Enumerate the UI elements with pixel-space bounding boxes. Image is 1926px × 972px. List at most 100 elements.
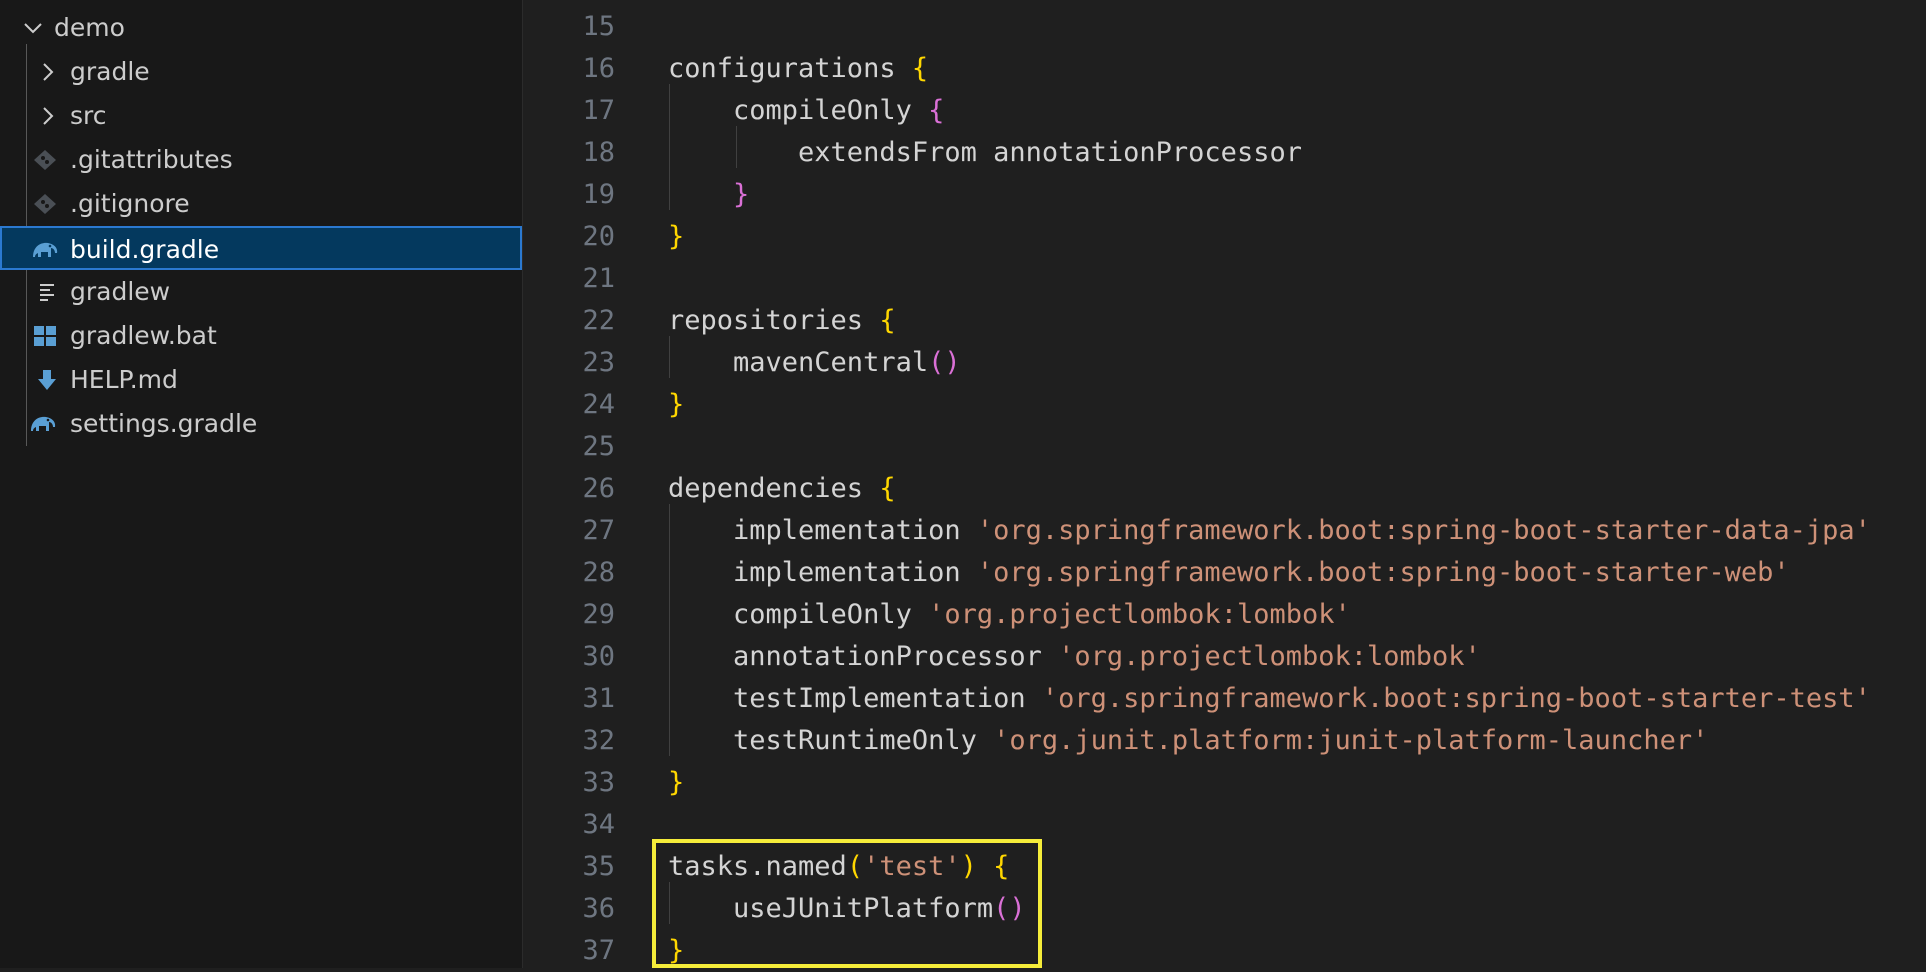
code-token: }	[668, 389, 685, 420]
code-token: {	[928, 95, 945, 126]
code-line[interactable]: 32 testRuntimeOnly 'org.junit.platform:j…	[523, 720, 1926, 762]
line-number: 21	[582, 263, 615, 294]
line-number: 16	[582, 53, 615, 84]
code-text: annotationProcessor 'org.projectlombok:l…	[668, 636, 1481, 678]
code-editor[interactable]: 15 16 configurations {17 compileOnly {18 e…	[523, 0, 1926, 968]
code-token: testImplementation	[668, 683, 1042, 714]
explorer-item-label: .gitattributes	[70, 145, 233, 174]
code-text: compileOnly 'org.projectlombok:lombok'	[668, 594, 1351, 636]
code-line[interactable]: 26 dependencies {	[523, 468, 1926, 510]
line-number: 27	[582, 515, 615, 546]
code-text: repositories {	[668, 300, 896, 342]
chevron-down-icon	[20, 17, 46, 39]
code-line[interactable]: 23 mavenCentral()	[523, 342, 1926, 384]
code-token: compileOnly	[668, 599, 929, 630]
code-text: }	[668, 216, 684, 258]
line-number: 34	[582, 809, 615, 840]
code-token: }	[668, 221, 685, 252]
git-icon	[32, 149, 58, 171]
line-number: 17	[582, 95, 615, 126]
code-line[interactable]: 33}	[523, 762, 1926, 804]
code-line[interactable]: 21	[523, 258, 1926, 300]
explorer-sidebar: demo gradle src .gitattributes .gitignor…	[0, 0, 523, 968]
code-token: 'org.springframework.boot:spring-boot-st…	[976, 557, 1790, 588]
code-token: implementation	[668, 557, 977, 588]
chevron-right-icon	[36, 105, 62, 127]
code-token: implementation	[668, 515, 977, 546]
code-line[interactable]: 30 annotationProcessor 'org.projectlombo…	[523, 636, 1926, 678]
explorer-file-settings-gradle[interactable]: settings.gradle	[0, 402, 522, 446]
code-line[interactable]: 17 compileOnly {	[523, 90, 1926, 132]
line-number: 26	[582, 473, 615, 504]
code-token: configurations	[668, 53, 912, 84]
code-text: }	[668, 384, 684, 426]
explorer-file-gitignore[interactable]: .gitignore	[0, 182, 522, 226]
explorer-file-help-md[interactable]: HELP.md	[0, 358, 522, 402]
code-text: dependencies {	[668, 468, 896, 510]
line-number: 29	[582, 599, 615, 630]
code-line[interactable]: 27 implementation 'org.springframework.b…	[523, 510, 1926, 552]
code-text: extendsFrom annotationProcessor	[668, 132, 1302, 174]
code-token: extendsFrom annotationProcessor	[668, 137, 1302, 168]
code-text: compileOnly {	[668, 90, 944, 132]
explorer-file-gradlew-bat[interactable]: gradlew.bat	[0, 314, 522, 358]
code-text: configurations {	[668, 48, 928, 90]
code-line[interactable]: 25	[523, 426, 1926, 468]
markdown-download-icon	[34, 369, 60, 391]
code-text: }	[668, 762, 684, 804]
gradle-elephant-icon	[30, 239, 58, 261]
line-number: 22	[582, 305, 615, 336]
code-line[interactable]: 18 extendsFrom annotationProcessor	[523, 132, 1926, 174]
line-number: 28	[582, 557, 615, 588]
code-line[interactable]: 16 configurations {	[523, 48, 1926, 90]
code-line[interactable]: 31 testImplementation 'org.springframewo…	[523, 678, 1926, 720]
code-token: ()	[928, 347, 961, 378]
code-text: }	[668, 174, 749, 216]
code-token: 'org.springframework.boot:spring-boot-st…	[1041, 683, 1871, 714]
line-number: 15	[582, 11, 615, 42]
code-token: }	[733, 179, 750, 210]
line-number: 32	[582, 725, 615, 756]
explorer-item-label: gradlew.bat	[70, 321, 217, 350]
code-text: implementation 'org.springframework.boot…	[668, 510, 1871, 552]
explorer-folder-src[interactable]: src	[0, 94, 522, 138]
line-number: 25	[582, 431, 615, 462]
explorer-item-label: src	[70, 101, 107, 130]
line-number: 24	[582, 389, 615, 420]
code-token: mavenCentral	[668, 347, 929, 378]
code-token: {	[879, 473, 896, 504]
explorer-file-gradlew[interactable]: gradlew	[0, 270, 522, 314]
code-text: implementation 'org.springframework.boot…	[668, 552, 1790, 594]
chevron-right-icon	[36, 61, 62, 83]
code-line[interactable]: 28 implementation 'org.springframework.b…	[523, 552, 1926, 594]
explorer-folder-demo[interactable]: demo	[0, 6, 522, 50]
code-line[interactable]: 19 }	[523, 174, 1926, 216]
explorer-file-gitattributes[interactable]: .gitattributes	[0, 138, 522, 182]
code-line[interactable]: 20}	[523, 216, 1926, 258]
code-token: annotationProcessor	[668, 641, 1059, 672]
code-token: testRuntimeOnly	[668, 725, 994, 756]
explorer-folder-gradle[interactable]: gradle	[0, 50, 522, 94]
text-file-icon	[36, 281, 62, 303]
line-number: 19	[582, 179, 615, 210]
code-line[interactable]: 22 repositories {	[523, 300, 1926, 342]
explorer-file-build-gradle[interactable]: build.gradle	[0, 226, 522, 270]
code-text: testImplementation 'org.springframework.…	[668, 678, 1871, 720]
code-line[interactable]: 24}	[523, 384, 1926, 426]
code-line[interactable]: 29 compileOnly 'org.projectlombok:lombok…	[523, 594, 1926, 636]
line-number: 35	[582, 851, 615, 882]
line-number: 33	[582, 767, 615, 798]
code-token: {	[879, 305, 896, 336]
code-token: 'org.projectlombok:lombok'	[1058, 641, 1481, 672]
code-text: testRuntimeOnly 'org.junit.platform:juni…	[668, 720, 1708, 762]
code-token: }	[668, 767, 685, 798]
code-token: 'org.projectlombok:lombok'	[928, 599, 1351, 630]
code-line[interactable]: 15	[523, 6, 1926, 48]
line-number: 31	[582, 683, 615, 714]
git-icon	[32, 193, 58, 215]
explorer-item-label: HELP.md	[70, 365, 178, 394]
line-number: 18	[582, 137, 615, 168]
explorer-item-label: settings.gradle	[70, 409, 258, 438]
explorer-item-label: build.gradle	[70, 235, 220, 264]
